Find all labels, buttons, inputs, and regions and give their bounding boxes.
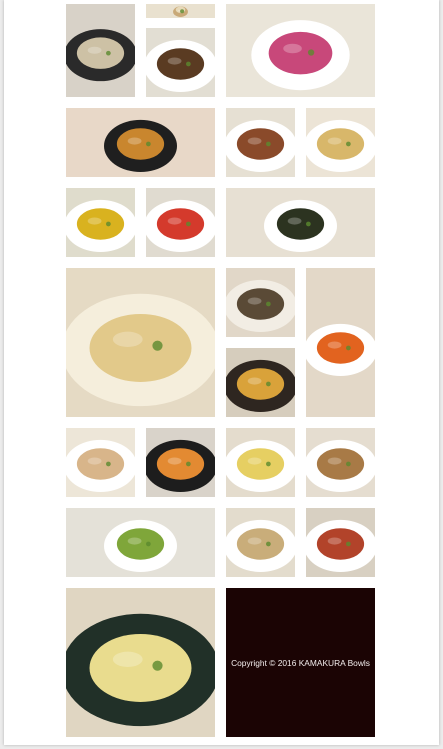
steamer-basket-photo[interactable] [146,4,215,18]
pumpkin-skewers-photo[interactable] [226,348,295,417]
hijiki-seaweed-photo[interactable] [226,188,375,257]
potato-salad-photo[interactable] [66,4,135,97]
ratatouille-bowl-photo[interactable] [306,508,375,577]
copyright-block: Copyright © 2016 KAMAKURA Bowls [226,588,375,737]
tomato-salad-photo[interactable] [146,188,215,257]
croquettes-beet-photo[interactable] [226,4,375,97]
fried-tofu-sticks-photo[interactable] [66,428,135,497]
tofu-skin-roll-photo[interactable] [66,268,215,417]
three-sauces-photo[interactable] [66,188,135,257]
root-vegetables-photo[interactable] [146,428,215,497]
carrot-salad-photo[interactable] [306,268,375,417]
clear-soup-photo[interactable] [306,108,375,177]
yuba-noodles-photo[interactable] [226,428,295,497]
grilled-chicken-egg-salad-photo[interactable] [66,588,215,737]
salmon-herb-sauce-photo[interactable] [66,508,215,577]
copyright-text: Copyright © 2016 KAMAKURA Bowls [231,657,370,668]
grilled-eggplant-photo[interactable] [226,268,295,337]
dipping-sauce-bowl-photo[interactable] [146,28,215,97]
mapo-tofu-photo[interactable] [66,108,215,177]
sesame-fried-fish-photo[interactable] [306,428,375,497]
tofu-greens-photo[interactable] [226,508,295,577]
stuffed-pepper-photo[interactable] [226,108,295,177]
